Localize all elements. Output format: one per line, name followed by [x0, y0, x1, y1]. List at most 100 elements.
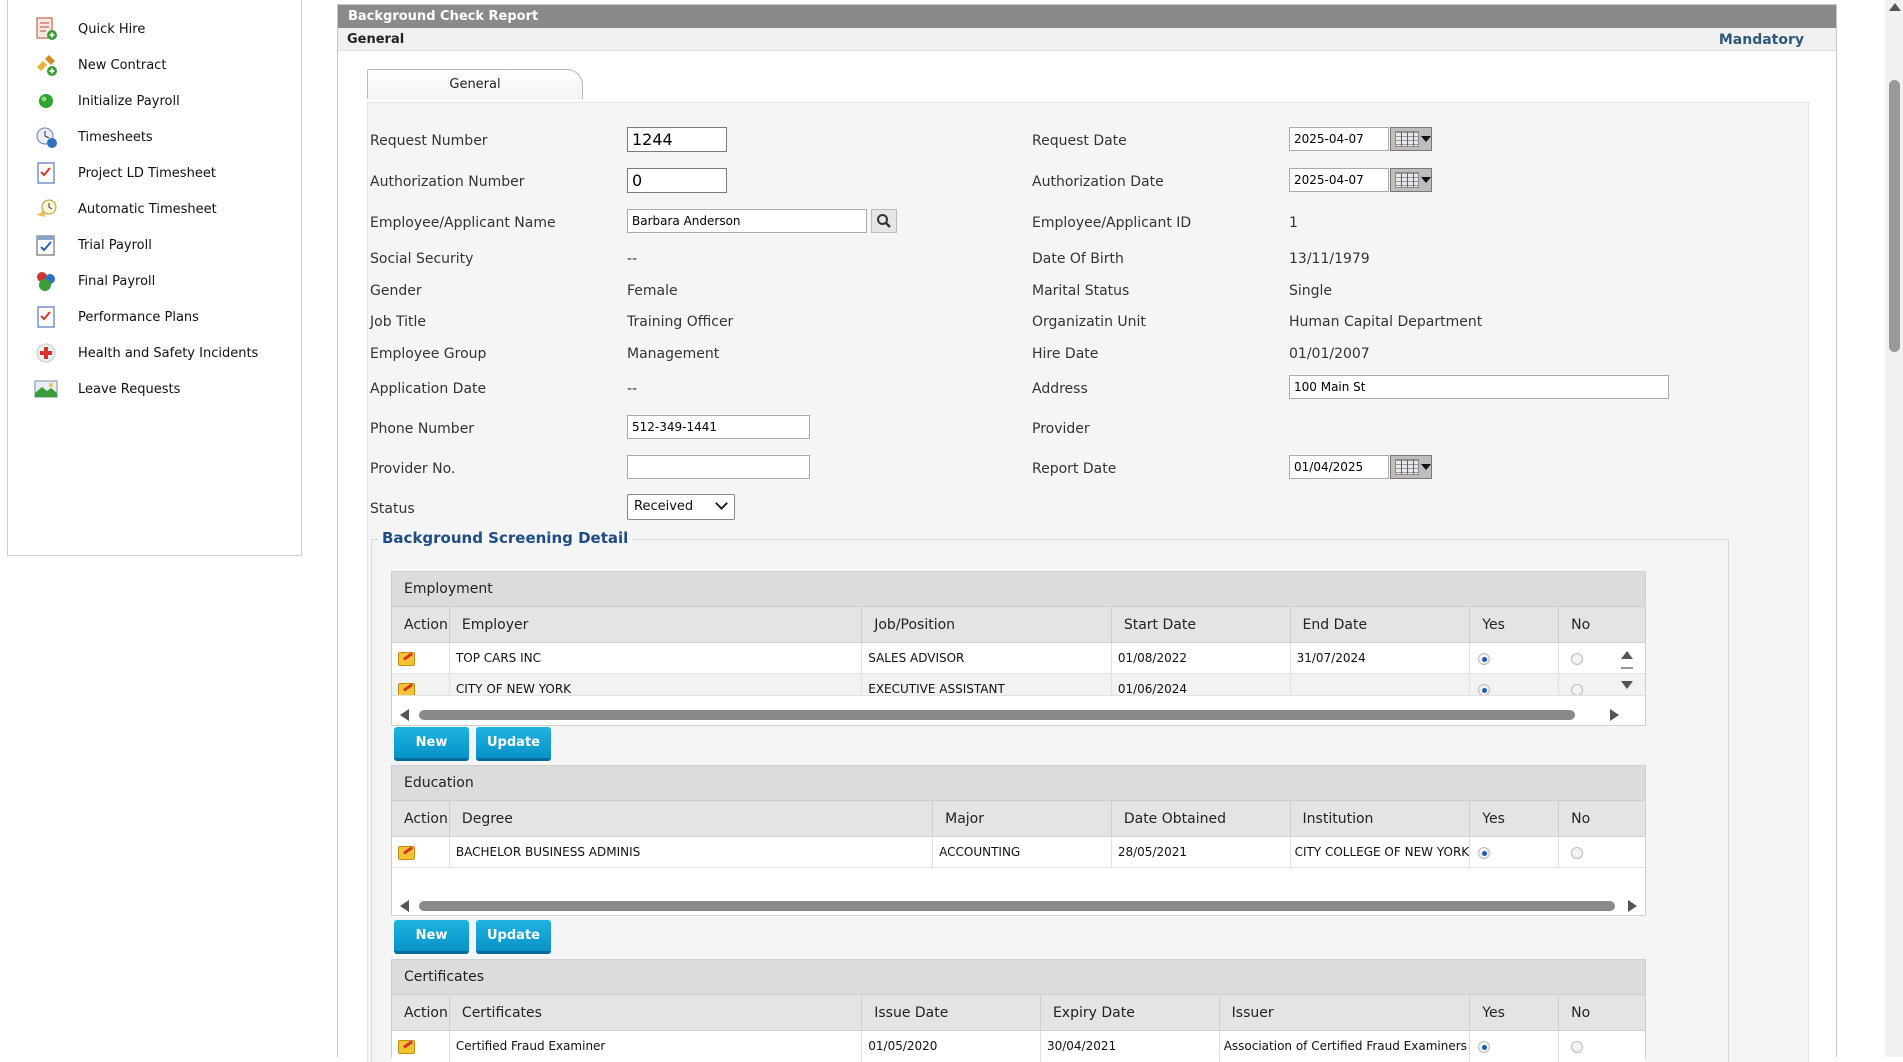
clock-icon: [34, 197, 58, 221]
col-yes: Yes: [1470, 995, 1560, 1030]
job-title-value: Training Officer: [627, 314, 734, 330]
sidebar-item-label: Automatic Timesheet: [78, 201, 217, 217]
report-date-input[interactable]: [1289, 455, 1389, 479]
employment-columns: Action Employer Job/Position Start Date …: [392, 607, 1645, 643]
sidebar-item-quick-hire[interactable]: Quick Hire: [34, 14, 145, 44]
section-title: General: [347, 32, 405, 47]
phone-input[interactable]: [627, 415, 810, 439]
checklist-icon: [34, 161, 58, 185]
no-radio[interactable]: [1571, 683, 1584, 695]
no-radio[interactable]: [1571, 846, 1584, 859]
provider-no-input[interactable]: [627, 455, 810, 479]
no-radio[interactable]: [1571, 1040, 1584, 1053]
sidebar-item-project-ld-timesheet[interactable]: Project LD Timesheet: [34, 158, 216, 188]
no-radio[interactable]: [1571, 652, 1584, 665]
col-no: No: [1571, 811, 1591, 827]
request-date-label: Request Date: [1032, 133, 1127, 149]
employment-update-button[interactable]: Update: [476, 727, 551, 761]
sidebar-item-health-safety[interactable]: Health and Safety Incidents: [34, 338, 258, 368]
request-date-calendar-button[interactable]: [1390, 127, 1432, 151]
report-date-label: Report Date: [1032, 461, 1117, 477]
scroll-left-icon[interactable]: [400, 709, 409, 721]
search-icon: [877, 214, 891, 228]
issuer-cell: Association of Certified Fraud Examiners: [1220, 1031, 1471, 1062]
table-row: CITY OF NEW YORK EXECUTIVE ASSISTANT 01/…: [392, 674, 1645, 696]
request-date-input[interactable]: [1289, 127, 1389, 151]
org-unit-label: Organizatin Unit: [1032, 314, 1146, 330]
authorization-number-input[interactable]: [627, 168, 727, 193]
edit-icon[interactable]: [398, 845, 415, 860]
employee-search-button[interactable]: [871, 209, 897, 233]
edit-icon[interactable]: [398, 651, 415, 666]
sidebar-item-label: Project LD Timesheet: [78, 165, 216, 181]
caret-down-icon: [1421, 464, 1431, 470]
scroll-left-icon[interactable]: [400, 900, 409, 912]
edit-icon[interactable]: [398, 682, 415, 695]
calendar-icon: [1395, 172, 1419, 188]
employment-hscroll[interactable]: [392, 705, 1645, 723]
status-select[interactable]: Received: [627, 494, 735, 520]
education-update-button[interactable]: Update: [476, 920, 551, 954]
col-date-obtained: Date Obtained: [1112, 801, 1291, 836]
sidebar-item-final-payroll[interactable]: Final Payroll: [34, 266, 155, 296]
end-date-cell: [1291, 674, 1471, 695]
sidebar-item-initialize-payroll[interactable]: Initialize Payroll: [34, 86, 180, 116]
yes-cell: [1470, 1031, 1560, 1062]
tab-general[interactable]: General: [367, 69, 583, 99]
yes-cell: [1470, 674, 1560, 695]
institution-cell: CITY COLLEGE OF NEW YORK: [1291, 837, 1471, 867]
address-input[interactable]: [1289, 375, 1669, 399]
status-selected-value: Received: [634, 499, 694, 514]
authorization-date-input[interactable]: [1289, 168, 1389, 192]
employee-id-value: 1: [1289, 215, 1298, 231]
sidebar-item-trial-payroll[interactable]: Trial Payroll: [34, 230, 152, 260]
scroll-right-icon[interactable]: [1610, 709, 1619, 721]
col-action: Action: [392, 801, 450, 836]
date-of-birth-label: Date Of Birth: [1032, 251, 1124, 267]
yes-radio[interactable]: [1478, 683, 1491, 695]
authorization-date-calendar-button[interactable]: [1390, 168, 1432, 192]
calendar-icon: [1395, 459, 1419, 475]
employment-new-button[interactable]: New: [394, 727, 469, 761]
employment-vscroll[interactable]: [1619, 649, 1635, 693]
sidebar-item-label: Timesheets: [78, 129, 153, 145]
request-number-input[interactable]: [627, 127, 727, 152]
calendar-check-icon: [34, 233, 58, 257]
social-security-label: Social Security: [370, 251, 474, 267]
edit-icon[interactable]: [398, 1039, 415, 1054]
sidebar-item-new-contract[interactable]: New Contract: [34, 50, 166, 80]
sidebar-item-performance-plans[interactable]: Performance Plans: [34, 302, 199, 332]
education-title: Education: [392, 766, 1645, 801]
yes-radio[interactable]: [1478, 846, 1491, 859]
scroll-thumb[interactable]: [419, 710, 1575, 720]
employee-name-input[interactable]: [627, 209, 867, 233]
end-date-cell: 31/07/2024: [1291, 643, 1471, 673]
sidebar-item-automatic-timesheet[interactable]: Automatic Timesheet: [34, 194, 217, 224]
certificates-title: Certificates: [392, 960, 1645, 995]
expiry-date-cell: 30/04/2021: [1041, 1031, 1220, 1062]
education-new-button[interactable]: New: [394, 920, 469, 954]
final-payroll-icon: [34, 269, 58, 293]
address-label: Address: [1032, 381, 1088, 397]
hire-date-label: Hire Date: [1032, 346, 1099, 362]
yes-radio[interactable]: [1478, 1040, 1491, 1053]
report-date-calendar-button[interactable]: [1390, 455, 1432, 479]
hire-date-value: 01/01/2007: [1289, 346, 1370, 362]
col-no: No: [1571, 1005, 1591, 1021]
background-check-panel: Background Check Report General Mandator…: [337, 4, 1837, 1062]
calendar-icon: [1395, 131, 1419, 147]
major-cell: ACCOUNTING: [933, 837, 1112, 867]
date-of-birth-value: 13/11/1979: [1289, 251, 1370, 267]
yes-radio[interactable]: [1478, 652, 1491, 665]
panel-subtitle: General Mandatory: [338, 28, 1836, 51]
page-scrollbar[interactable]: [1885, 0, 1903, 1057]
status-label: Status: [370, 501, 415, 517]
education-hscroll[interactable]: [392, 896, 1645, 914]
sidebar-item-leave-requests[interactable]: Leave Requests: [34, 374, 180, 404]
scroll-right-icon[interactable]: [1628, 900, 1637, 912]
page-scroll-thumb[interactable]: [1889, 80, 1900, 352]
sidebar-item-timesheets[interactable]: Timesheets: [34, 122, 153, 152]
col-employer: Employer: [450, 607, 863, 642]
scroll-up-icon[interactable]: [1889, 3, 1901, 11]
scroll-thumb[interactable]: [419, 901, 1615, 911]
